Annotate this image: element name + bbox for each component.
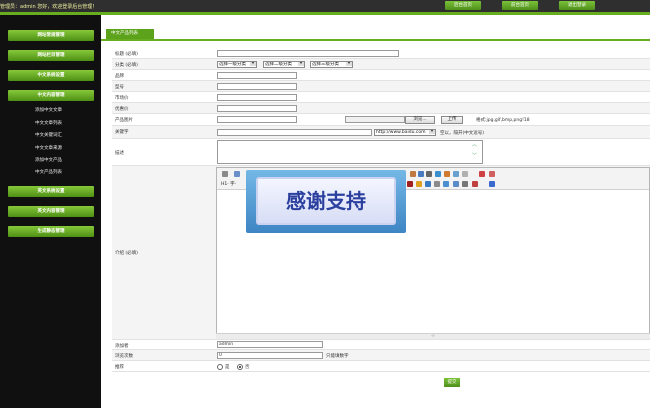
description-label: 描述 <box>115 151 124 156</box>
category-row: 分类 (必填) <box>112 59 650 70</box>
upload-button[interactable]: 上传 <box>441 116 463 124</box>
image-label: 产品图片 <box>115 118 133 123</box>
recommend-no-radio[interactable] <box>237 364 243 370</box>
title-input[interactable] <box>217 50 399 57</box>
editor-tool-icon[interactable] <box>425 181 431 187</box>
market-price-label: 市场价 <box>115 96 129 101</box>
views-input[interactable]: 0 <box>217 352 323 359</box>
editor-tool-icon[interactable] <box>489 171 495 177</box>
editor-tool-icon[interactable] <box>462 171 468 177</box>
description-textarea[interactable] <box>217 140 483 164</box>
category-label: 分类 (必填) <box>115 63 138 68</box>
editor-tool-icon[interactable] <box>479 171 485 177</box>
editor-tool-icon[interactable] <box>407 181 413 187</box>
editor-tool-icon[interactable] <box>416 181 422 187</box>
site-home-button[interactable]: 前台首页 <box>502 1 538 10</box>
submit-button[interactable]: 提交 <box>444 378 460 387</box>
brand-row: 品牌 <box>112 70 650 81</box>
sidebar-item-cn-article-list[interactable]: 中文文章列表 <box>35 120 62 126</box>
intro-label: 介绍 (必填) <box>115 251 138 256</box>
chevron-down-icon[interactable]: ﹀ <box>472 152 477 159</box>
title-label: 标题 (必填) <box>115 52 138 57</box>
sidebar-item-cn-article-source[interactable]: 中文文章来源 <box>35 145 62 151</box>
keywords-input[interactable] <box>217 129 372 136</box>
nav-en-content[interactable]: 英文内容管理 <box>8 206 94 217</box>
nav-cn-content[interactable]: 中文内容管理 <box>8 90 94 101</box>
editor-tool-icon[interactable] <box>462 181 468 187</box>
promo-price-label: 优惠价 <box>115 107 129 112</box>
editor-heading-controls[interactable]: H1· 字· <box>221 181 236 187</box>
recommend-yes-radio[interactable] <box>217 364 223 370</box>
keywords-label: 关键字 <box>115 130 129 135</box>
adder-label: 添加者 <box>115 344 129 349</box>
top-bar: 管理员：admin 您好，欢迎登录后台管理！ 后台首页 前台首页 退出登录 <box>0 0 650 12</box>
editor-tool-icon[interactable] <box>443 181 449 187</box>
adder-input[interactable]: admin <box>217 341 323 348</box>
model-input[interactable] <box>217 83 297 90</box>
nav-en-system-settings[interactable]: 英文系统设置 <box>8 186 94 197</box>
sidebar-item-add-cn-product[interactable]: 添加中文产品 <box>35 157 62 163</box>
adder-row: 添加者 <box>112 340 650 350</box>
admin-home-button[interactable]: 后台首页 <box>445 1 481 10</box>
welcome-message: 管理员：admin 您好，欢迎登录后台管理！ <box>0 4 98 10</box>
editor-tool-icon[interactable] <box>418 171 424 177</box>
tab-underline <box>101 39 650 41</box>
recommend-row: 推荐 <box>112 361 650 372</box>
tab-cn-product-list[interactable]: 中文产品列表 <box>106 29 154 39</box>
market-price-input[interactable] <box>217 94 297 101</box>
views-row: 浏览次数 <box>112 350 650 361</box>
editor-tool-icon[interactable] <box>489 181 495 187</box>
recommend-yes-label: 是 <box>225 365 230 370</box>
editor-tool-icon[interactable] <box>222 171 228 177</box>
image-path-input[interactable] <box>217 116 297 123</box>
editor-tool-icon[interactable] <box>410 171 416 177</box>
model-label: 型号 <box>115 85 124 90</box>
thanks-banner-text: 感谢支持 <box>256 177 396 225</box>
promo-price-input[interactable] <box>217 105 297 112</box>
thanks-banner-image: 感谢支持 <box>246 170 406 233</box>
nav-site-general[interactable]: 网站常规管理 <box>8 30 94 41</box>
model-row: 型号 <box>112 81 650 92</box>
category-level1-select[interactable]: 选择一级分类 <box>217 61 257 68</box>
nav-generate-static[interactable]: 生成静态管理 <box>8 226 94 237</box>
market-price-row: 市场价 <box>112 92 650 103</box>
brand-input[interactable] <box>217 72 297 79</box>
nav-site-columns[interactable]: 网站栏目管理 <box>8 50 94 61</box>
sidebar-item-cn-keywords[interactable]: 中文关键词汇 <box>35 132 62 138</box>
image-format-note: 格式:jpg,gif,bmp,png!18 <box>476 118 530 123</box>
editor-tool-icon[interactable] <box>472 181 478 187</box>
views-label: 浏览次数 <box>115 354 133 359</box>
recommend-label: 推荐 <box>115 365 124 370</box>
category-level2-select[interactable]: 选择二级分类 <box>263 61 305 68</box>
views-note: 只能填数字 <box>326 354 349 359</box>
logout-button[interactable]: 退出登录 <box>559 1 595 10</box>
browse-button[interactable]: 浏览... <box>405 116 435 124</box>
editor-tool-icon[interactable] <box>426 171 432 177</box>
editor-resize-handle[interactable]: ⊹ <box>216 333 650 339</box>
editor-tool-icon[interactable] <box>444 171 450 177</box>
keywords-source-select[interactable]: http://www.baidu.com <box>374 129 436 136</box>
editor-tool-icon[interactable] <box>434 181 440 187</box>
editor-tool-icon[interactable] <box>234 171 240 177</box>
promo-price-row: 优惠价 <box>112 103 650 114</box>
editor-tool-icon[interactable] <box>453 171 459 177</box>
nav-cn-system-settings[interactable]: 中文系统设置 <box>8 70 94 81</box>
chevron-up-icon[interactable]: ︿ <box>472 141 477 148</box>
image-file-field[interactable] <box>345 116 405 123</box>
editor-tool-icon[interactable] <box>435 171 441 177</box>
sidebar-item-add-cn-article[interactable]: 添加中文文章 <box>35 107 62 113</box>
brand-label: 品牌 <box>115 74 124 79</box>
category-level3-select[interactable]: 选择三级分类 <box>310 61 353 68</box>
sidebar-item-cn-product-list[interactable]: 中文产品列表 <box>35 169 62 175</box>
recommend-no-label: 否 <box>245 365 250 370</box>
keywords-note: 空以，隔开(中文逗号) <box>440 131 485 136</box>
editor-tool-icon[interactable] <box>453 181 459 187</box>
